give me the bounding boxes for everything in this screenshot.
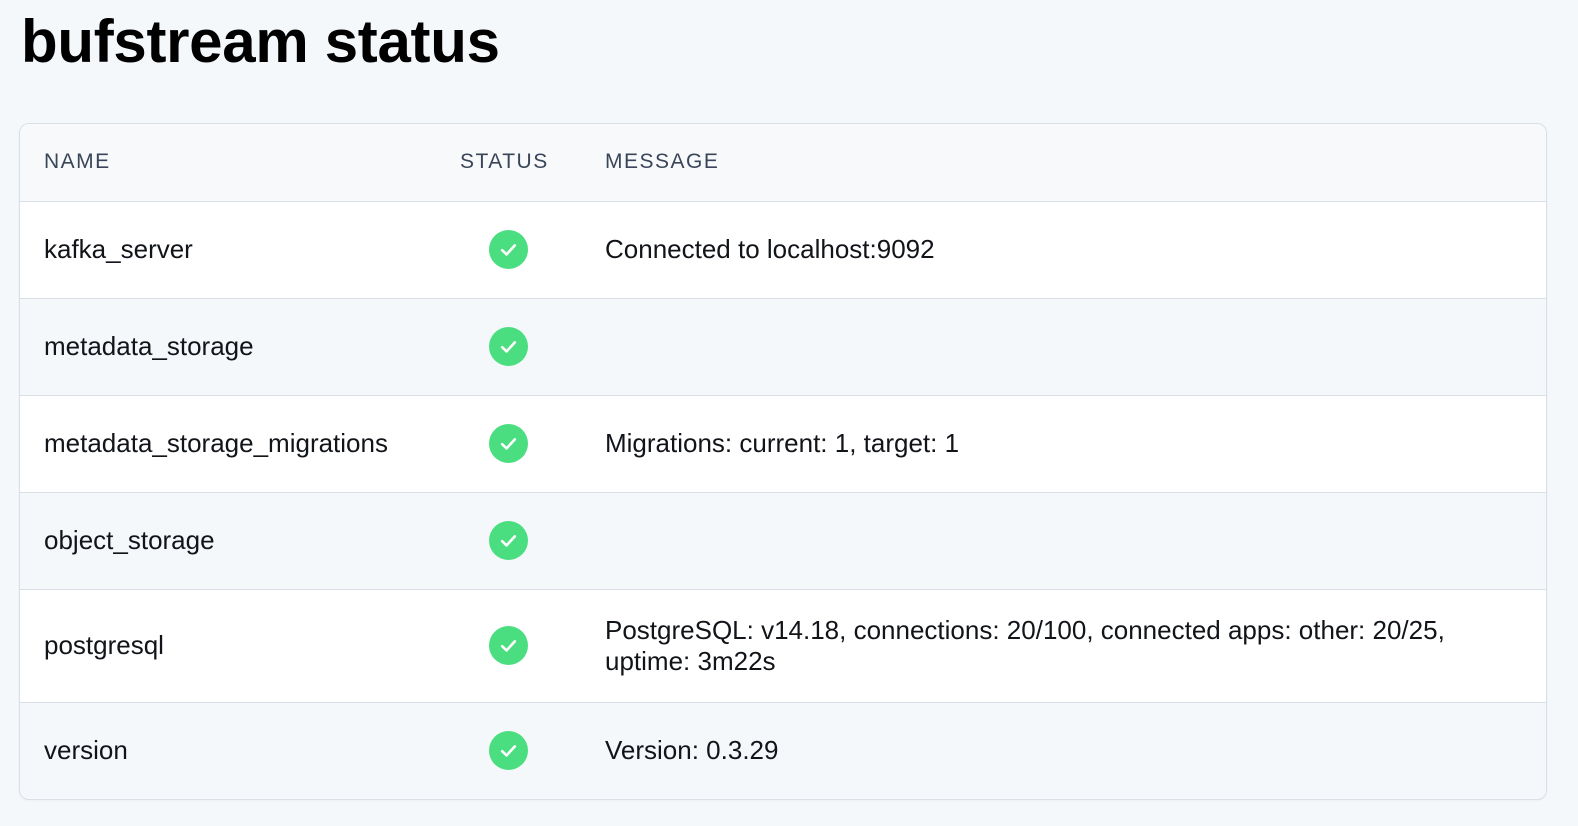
status-table-card: NAME STATUS MESSAGE kafka_server Connecte… — [19, 123, 1547, 800]
row-status — [440, 298, 605, 395]
row-name: object_storage — [44, 525, 215, 555]
table-row: version Version: 0.3.29 — [20, 702, 1546, 798]
page-title: bufstream status — [21, 8, 500, 75]
table-header-row: NAME STATUS MESSAGE — [20, 124, 1546, 202]
row-status — [440, 702, 605, 798]
check-circle-icon — [489, 230, 528, 269]
table-body: kafka_server Connected to localhost:9092 m… — [20, 201, 1546, 798]
status-table: NAME STATUS MESSAGE kafka_server Connecte… — [20, 124, 1546, 798]
check-circle-icon — [489, 730, 528, 770]
row-message: Migrations: current: 1, target: 1 — [605, 428, 960, 458]
table-row: postgresql PostgreSQL: v14.18, connection… — [20, 589, 1546, 702]
column-header-name: NAME — [20, 124, 440, 202]
row-status — [440, 201, 605, 298]
row-message — [605, 298, 1546, 395]
row-message: Version: 0.3.29 — [605, 734, 779, 765]
column-header-message: MESSAGE — [605, 124, 1546, 202]
check-circle-icon — [489, 424, 528, 463]
row-message: Connected to localhost:9092 — [605, 234, 935, 264]
row-message — [605, 492, 1546, 589]
check-circle-icon — [489, 327, 528, 366]
table-row: kafka_server Connected to localhost:9092 — [20, 201, 1546, 298]
row-status — [440, 589, 605, 702]
row-message: PostgreSQL: v14.18, connections: 20/100,… — [605, 614, 1445, 676]
row-name: metadata_storage — [44, 331, 254, 361]
check-circle-icon — [489, 521, 528, 560]
row-name: version — [44, 734, 128, 765]
check-circle-icon — [489, 626, 528, 665]
table-row: metadata_storage_migrations Migrations: c… — [20, 395, 1546, 492]
table-row: metadata_storage — [20, 298, 1546, 395]
table-row: object_storage — [20, 492, 1546, 589]
row-status — [440, 395, 605, 492]
row-name: kafka_server — [44, 234, 193, 264]
row-status — [440, 492, 605, 589]
column-header-status: STATUS — [440, 124, 605, 202]
row-name: metadata_storage_migrations — [44, 428, 388, 458]
row-name: postgresql — [44, 630, 164, 660]
